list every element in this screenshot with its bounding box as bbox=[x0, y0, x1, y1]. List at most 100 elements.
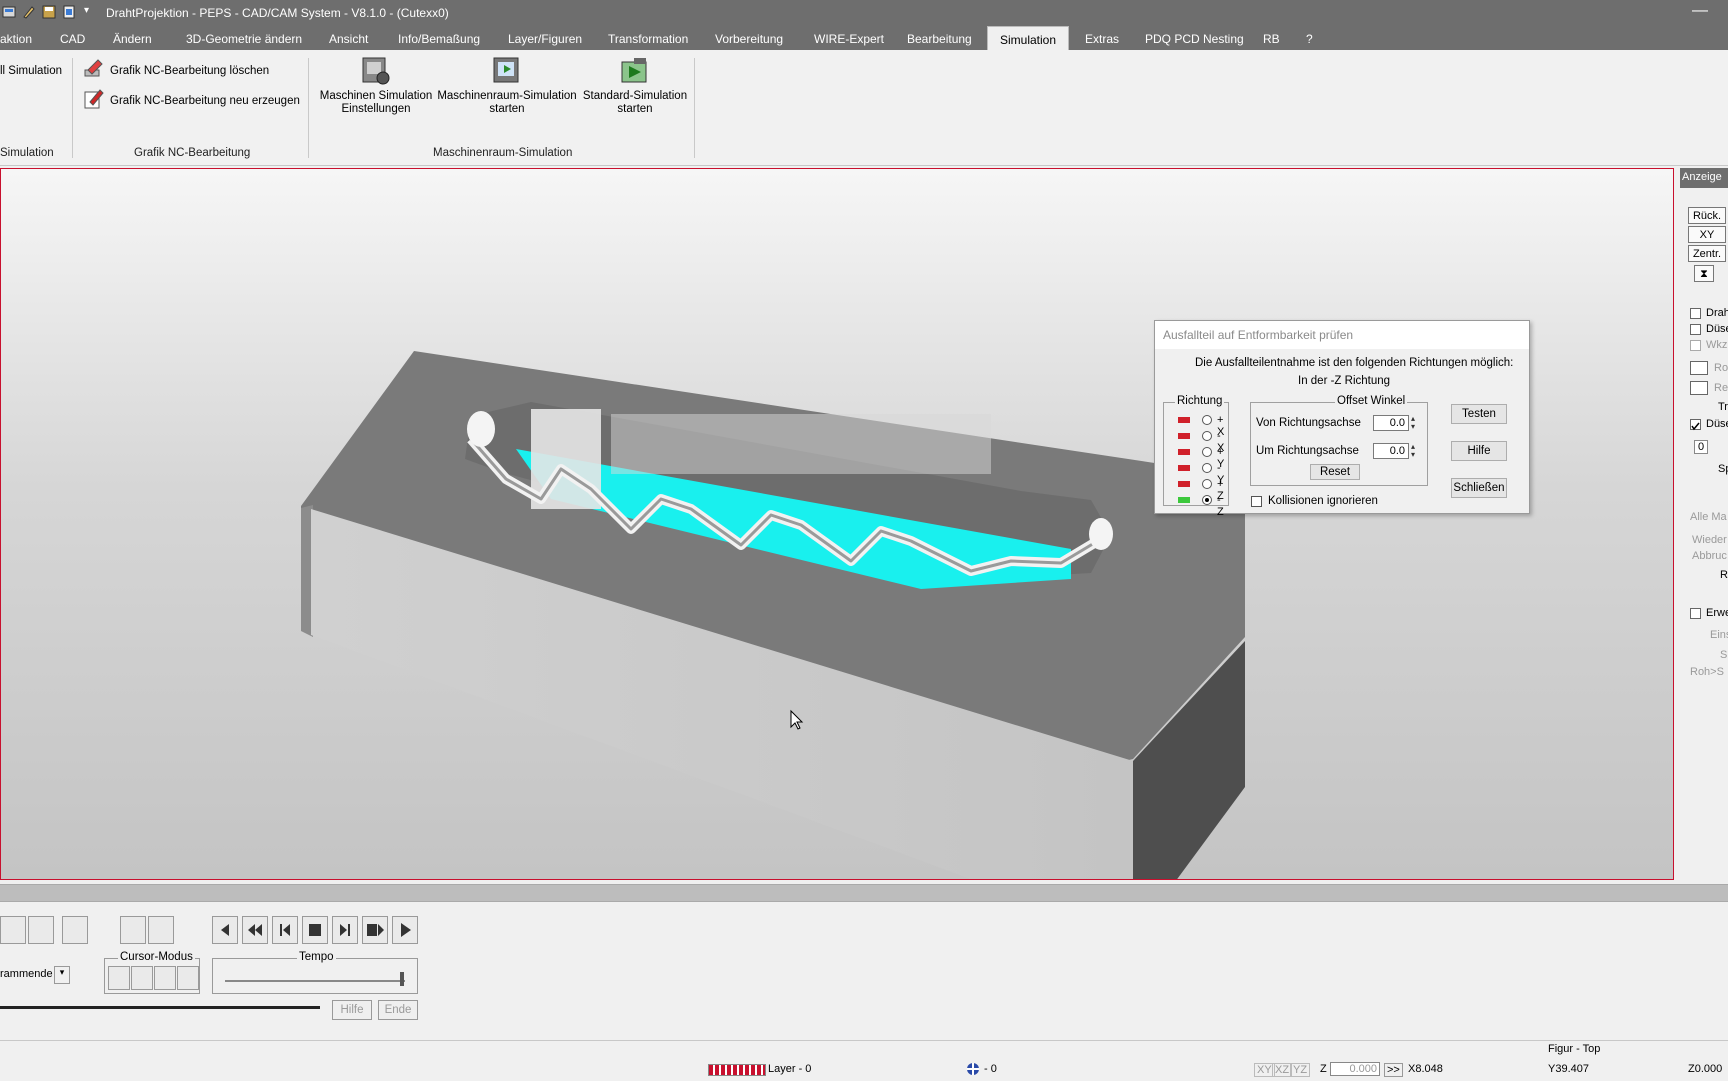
tab-extras[interactable]: Extras bbox=[1085, 32, 1119, 46]
ro-button[interactable] bbox=[1690, 361, 1708, 375]
yz-plane-button[interactable]: YZ bbox=[1290, 1063, 1311, 1077]
r-label: R bbox=[1720, 569, 1728, 581]
re-button[interactable] bbox=[1690, 381, 1708, 395]
customize-dropdown-icon[interactable]: ▾ bbox=[84, 5, 98, 19]
eins-button[interactable]: Eins bbox=[1710, 629, 1728, 641]
maschinenraum-simulation-start-button[interactable]: Maschinenraum-Simulation starten bbox=[436, 56, 578, 116]
rewind-start-icon[interactable] bbox=[212, 916, 238, 944]
tab-bearbeitung[interactable]: Bearbeitung bbox=[907, 32, 972, 46]
3d-viewport[interactable] bbox=[0, 168, 1674, 880]
dialog-message: Die Ausfallteilentnahme ist den folgende… bbox=[1195, 357, 1514, 369]
step-backward-icon[interactable] bbox=[272, 916, 298, 944]
radio-minus-y[interactable] bbox=[1202, 463, 1212, 473]
play-icon[interactable] bbox=[392, 916, 418, 944]
grafik-regenerate-button[interactable]: Grafik NC-Bearbeitung neu erzeugen bbox=[82, 88, 300, 113]
pencil-icon[interactable] bbox=[22, 5, 36, 19]
tab-pdq-pcd-nesting[interactable]: PDQ PCD Nesting bbox=[1145, 32, 1244, 46]
um-input[interactable]: 0.0 bbox=[1373, 443, 1409, 459]
fast-forward-icon[interactable] bbox=[362, 916, 388, 944]
cursor-view-icon[interactable] bbox=[131, 966, 153, 990]
s-label: S bbox=[1720, 649, 1728, 661]
reset-button[interactable]: Reset bbox=[1310, 464, 1360, 480]
combo-dropdown-icon[interactable]: ▾ bbox=[54, 966, 70, 984]
collision-label: Kollisionen ignorieren bbox=[1268, 495, 1378, 507]
back-button[interactable]: Rück. bbox=[1688, 207, 1726, 224]
tab-vorbereitung[interactable]: Vorbereitung bbox=[715, 32, 783, 46]
fast-backward-icon[interactable] bbox=[242, 916, 268, 944]
minimize-button[interactable]: — bbox=[1692, 2, 1708, 20]
hourglass-button[interactable]: ⧗ bbox=[1694, 265, 1714, 282]
tab-info-bemassung[interactable]: Info/Bemaßung bbox=[398, 32, 480, 46]
step-forward-icon[interactable] bbox=[332, 916, 358, 944]
zoom-icon[interactable] bbox=[148, 916, 174, 944]
erwe-checkbox[interactable] bbox=[1690, 608, 1701, 619]
tr-duese-checkbox[interactable] bbox=[1690, 419, 1701, 431]
wkz-label: Wkz bbox=[1706, 339, 1728, 351]
radio-minus-z[interactable] bbox=[1202, 495, 1212, 505]
duese-checkbox[interactable] bbox=[1690, 324, 1701, 335]
tab-simulation[interactable]: Simulation bbox=[987, 26, 1070, 50]
radio-plus-x[interactable] bbox=[1202, 415, 1212, 425]
tab-rb[interactable]: RB bbox=[1263, 32, 1280, 46]
panel-splitter[interactable] bbox=[0, 884, 1728, 902]
value-field[interactable]: 0 bbox=[1694, 440, 1709, 454]
save-icon[interactable] bbox=[42, 5, 56, 19]
end-combo[interactable]: rammende bbox=[0, 968, 53, 980]
cursor-pointer-icon[interactable] bbox=[108, 966, 130, 990]
goto-button[interactable]: >> bbox=[1384, 1063, 1403, 1077]
maschinen-simulation-settings-button[interactable]: Maschinen Simulation Einstellungen bbox=[316, 56, 436, 116]
xy-button[interactable]: XY bbox=[1688, 226, 1726, 243]
help-button[interactable]: Hilfe bbox=[332, 1000, 372, 1020]
drah-checkbox[interactable] bbox=[1690, 308, 1701, 319]
stop-icon[interactable] bbox=[302, 916, 328, 944]
tab-aendern[interactable]: Ändern bbox=[113, 32, 152, 46]
z-input[interactable]: 0.000 bbox=[1330, 1062, 1380, 1076]
collision-checkbox[interactable] bbox=[1251, 496, 1262, 507]
eraser-pencil-icon bbox=[82, 58, 104, 83]
linetype-swatch bbox=[708, 1064, 766, 1076]
roh-s-button[interactable]: Roh>S bbox=[1690, 666, 1724, 678]
ribbon-simulation-button[interactable]: ll Simulation bbox=[0, 65, 62, 77]
testen-button[interactable]: Testen bbox=[1451, 404, 1507, 424]
hilfe-button[interactable]: Hilfe bbox=[1451, 441, 1507, 461]
tab-aktion[interactable]: aktion bbox=[0, 32, 32, 46]
cursor-frame-icon[interactable] bbox=[177, 966, 199, 990]
grafik-delete-button[interactable]: Grafik NC-Bearbeitung löschen bbox=[82, 58, 269, 83]
cursor-copy-icon[interactable] bbox=[154, 966, 176, 990]
wieder-button[interactable]: Wieder bbox=[1692, 534, 1727, 546]
tempo-slider[interactable] bbox=[225, 980, 405, 982]
tab-ansicht[interactable]: Ansicht bbox=[329, 32, 368, 46]
center-button[interactable]: Zentr. bbox=[1688, 245, 1726, 262]
abbruch-button[interactable]: Abbruc bbox=[1692, 550, 1727, 562]
tempo-slider-thumb[interactable] bbox=[400, 972, 404, 986]
target-icon[interactable] bbox=[28, 916, 54, 944]
end-button[interactable]: Ende bbox=[378, 1000, 418, 1020]
schliessen-button[interactable]: Schließen bbox=[1451, 478, 1507, 498]
dialog-title[interactable]: Ausfallteil auf Entformbarkeit prüfen bbox=[1155, 321, 1529, 349]
wkz-checkbox[interactable] bbox=[1690, 340, 1701, 351]
tab-help[interactable]: ? bbox=[1306, 32, 1313, 46]
tab-wire-expert[interactable]: WIRE-Expert bbox=[814, 32, 884, 46]
swap-icon[interactable] bbox=[0, 916, 26, 944]
tools-icon[interactable] bbox=[62, 916, 88, 944]
tab-layer-figuren[interactable]: Layer/Figuren bbox=[508, 32, 582, 46]
von-input[interactable]: 0.0 bbox=[1373, 415, 1409, 431]
um-spinner[interactable]: ▴ ▾ bbox=[1411, 443, 1421, 459]
step-icon[interactable] bbox=[120, 916, 146, 944]
radio-plus-z[interactable] bbox=[1202, 479, 1212, 489]
alle-ma-combo[interactable]: Alle Ma bbox=[1690, 511, 1727, 523]
tab-3d-geometrie[interactable]: 3D-Geometrie ändern bbox=[186, 32, 302, 46]
von-spinner[interactable]: ▴ ▾ bbox=[1411, 415, 1421, 431]
room-label-2: starten bbox=[489, 103, 525, 115]
standard-simulation-start-button[interactable]: Standard-Simulation starten bbox=[578, 56, 692, 116]
z-coordinate: Z0.000 bbox=[1688, 1063, 1723, 1075]
ribbon-separator bbox=[694, 58, 695, 158]
document-icon[interactable] bbox=[62, 5, 76, 19]
radio-minus-x[interactable] bbox=[1202, 431, 1212, 441]
tab-cad[interactable]: CAD bbox=[60, 32, 85, 46]
status-bar: Figur - Top Layer - 0 - 0 XY XZ YZ Z 0.0… bbox=[0, 1040, 1728, 1081]
radio-plus-y[interactable] bbox=[1202, 447, 1212, 457]
right-panel: Anzeige Rück. XY Zentr. ⧗ Drah Düse Wkz … bbox=[1680, 168, 1728, 883]
machine-settings-icon bbox=[361, 56, 391, 86]
tab-transformation[interactable]: Transformation bbox=[608, 32, 688, 46]
